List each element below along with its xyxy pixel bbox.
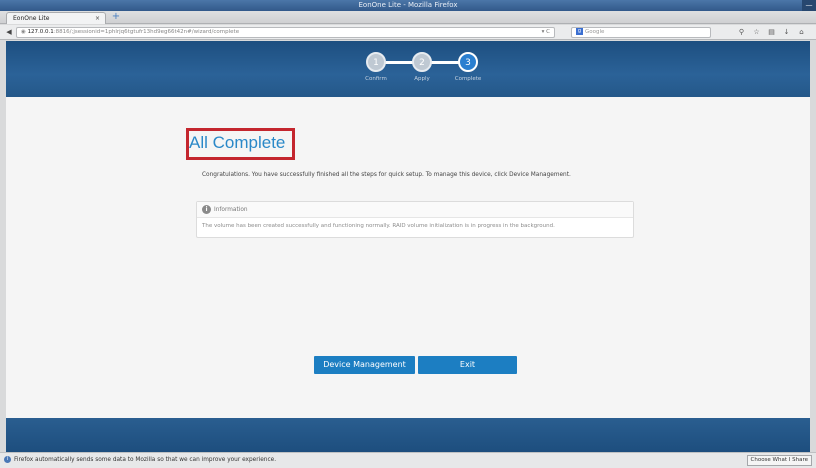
tab-strip: EonOne Lite × +	[0, 11, 816, 24]
wizard-stepper: 1 2 3 Confirm Apply Complete	[356, 52, 506, 92]
new-tab-button[interactable]: +	[110, 12, 122, 23]
step-label-complete: Complete	[454, 76, 482, 82]
magnifier-icon[interactable]: ⚲	[734, 27, 749, 38]
information-title: Information	[214, 207, 248, 213]
url-host: 127.0.0.1	[27, 29, 54, 35]
step-3: 3	[458, 52, 478, 72]
url-bar[interactable]: ◉ 127.0.0.1:8816/;jsessionid=1phlrjq6tgt…	[16, 27, 555, 38]
window-titlebar: EonOne Lite - Mozilla Firefox —	[0, 0, 816, 11]
minimize-icon[interactable]: —	[802, 0, 816, 11]
notification-bar: i Firefox automatically sends some data t…	[0, 452, 816, 468]
browser-tab[interactable]: EonOne Lite ×	[6, 12, 106, 24]
choose-what-i-share-button[interactable]: Choose What I Share	[746, 455, 812, 466]
google-icon: g	[576, 28, 583, 35]
info-icon: i	[4, 456, 11, 463]
page-title: All Complete	[189, 133, 286, 152]
search-placeholder: Google	[585, 29, 605, 35]
app-footer	[6, 418, 810, 452]
window-title: EonOne Lite - Mozilla Firefox	[358, 1, 458, 9]
device-management-button[interactable]: Device Management	[314, 356, 415, 374]
reload-icon[interactable]: ▾ C	[542, 28, 550, 37]
app-header: 1 2 3 Confirm Apply Complete	[6, 41, 810, 97]
close-icon[interactable]: ×	[95, 13, 100, 24]
tab-title: EonOne Lite	[13, 15, 50, 22]
step-2: 2	[412, 52, 432, 72]
main-content: All Complete Congratulations. You have s…	[6, 97, 810, 418]
home-icon[interactable]: ⌂	[794, 27, 809, 38]
download-icon[interactable]: ↓	[779, 27, 794, 38]
step-1: 1	[366, 52, 386, 72]
congrats-message: Congratulations. You have successfully f…	[202, 172, 571, 178]
star-icon[interactable]: ☆	[749, 27, 764, 38]
exit-button[interactable]: Exit	[418, 356, 517, 374]
step-label-confirm: Confirm	[365, 76, 387, 82]
information-header: i Information	[197, 202, 633, 218]
step-label-apply: Apply	[414, 76, 430, 82]
information-text: The volume has been created successfully…	[202, 223, 555, 229]
notification-text: Firefox automatically sends some data to…	[14, 457, 277, 463]
url-path: :8816/;jsessionid=1phlrjq6tgtufr13hd9eg6…	[53, 29, 240, 35]
search-input[interactable]: g Google	[571, 27, 711, 38]
back-icon[interactable]: ◀	[4, 27, 14, 37]
info-icon: i	[202, 205, 211, 214]
toolbar-icons: ⚲ ☆ ▤ ↓ ⌂	[734, 27, 814, 38]
clipboard-icon[interactable]: ▤	[764, 27, 779, 38]
information-panel: i Information The volume has been created…	[196, 201, 634, 238]
navigation-bar: ◀ ◉ 127.0.0.1:8816/;jsessionid=1phlrjq6t…	[0, 25, 816, 40]
